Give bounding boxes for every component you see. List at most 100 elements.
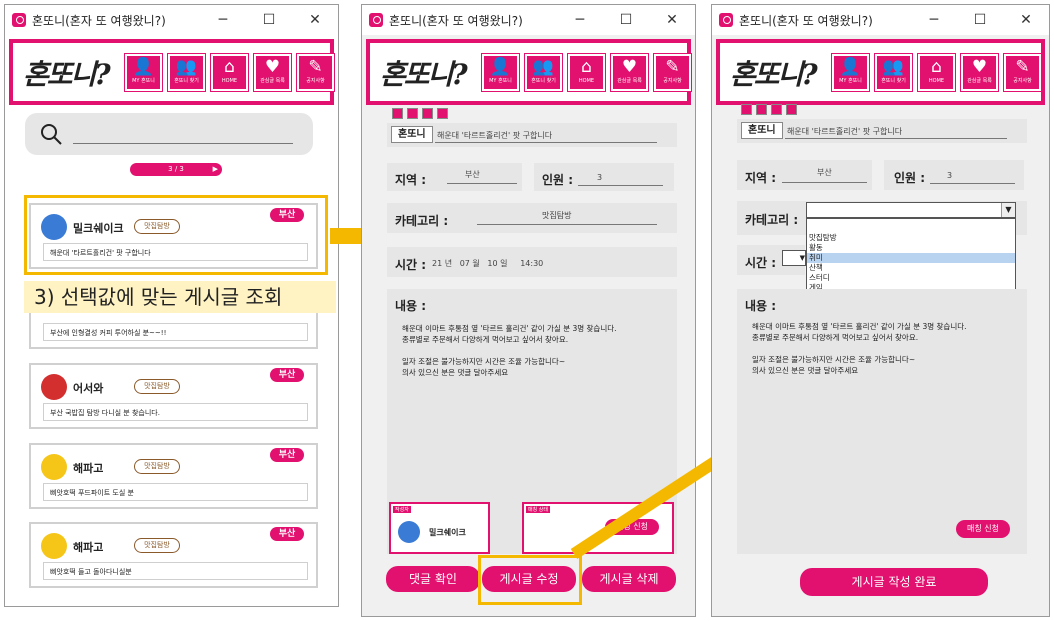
title-bar: 혼또니(혼자 또 여행왔니?) ─ ☐ ✕ — [712, 5, 1049, 35]
notice-button[interactable]: ✎ 공지사항 — [296, 53, 335, 92]
category-value: 맛집탐방 — [542, 211, 572, 220]
region-input[interactable]: 부산 — [817, 167, 832, 178]
avatar — [41, 533, 67, 559]
home-button[interactable]: ⌂ HOME — [917, 53, 956, 92]
find-button[interactable]: 👥 혼또니 찾기 — [524, 53, 563, 92]
nav-label: 혼또니 찾기 — [531, 78, 556, 84]
search-bar[interactable] — [25, 113, 313, 155]
app-icon — [12, 13, 26, 27]
nav-label: 공지사항 — [306, 78, 325, 84]
delete-post-button[interactable]: 게시글 삭제 — [582, 566, 676, 592]
region-badge: 부산 — [270, 527, 304, 541]
category-row: 카테고리 : 맛집탐방 — [387, 203, 677, 233]
region-badge: 부산 — [270, 448, 304, 462]
mini-icon[interactable] — [756, 104, 767, 115]
content-area[interactable]: 내용 : 해운대 이마트 후통점 옆 '타르트 홀리건' 같이 가실 분 3명 … — [737, 289, 1027, 554]
content-line: 해운대 이마트 후통점 옆 '타르트 홀리건' 같이 가실 분 3명 찾습니다. — [402, 324, 617, 333]
nav-label: 공지사항 — [663, 78, 682, 84]
dropdown-option[interactable]: 산책 — [807, 263, 1015, 273]
caption: 3) 선택값에 맞는 게시글 조회 — [24, 281, 336, 313]
edit-window: 혼또니(혼자 또 여행왔니?) ─ ☐ ✕ 혼또니? 👤 MY 혼또니 👥 혼또니 … — [711, 4, 1050, 617]
nav-label: MY 혼또니 — [132, 78, 155, 84]
category-label: 카테고리 : — [745, 213, 799, 227]
content-text[interactable]: 해운대 이마트 후통점 옆 '타르트 홀리건' 같이 가실 분 3명 찾습니다.… — [752, 321, 967, 376]
edit-icon: ✎ — [308, 57, 323, 77]
minimize-button[interactable]: ─ — [200, 12, 246, 28]
people-row: 인원 : 3 — [534, 163, 674, 191]
notice-button[interactable]: ✎ 공지사항 — [1003, 53, 1042, 92]
close-button[interactable]: ✕ — [1003, 12, 1049, 28]
nav-label: 혼또니 찾기 — [881, 78, 906, 84]
status-tag: 매칭 상태 — [526, 506, 550, 513]
post-title-input[interactable]: 해운대 '타르트홀리건' 팟 구합니다 — [787, 126, 902, 137]
time-select[interactable]: ▼ — [782, 250, 806, 266]
my-page-button[interactable]: 👤 MY 혼또니 — [831, 53, 870, 92]
close-button[interactable]: ✕ — [649, 12, 695, 28]
submit-post-button[interactable]: 게시글 작성 완료 — [800, 568, 988, 596]
maximize-button[interactable]: ☐ — [957, 12, 1003, 28]
close-button[interactable]: ✕ — [292, 12, 338, 28]
next-page-icon[interactable]: ▶ — [213, 163, 218, 176]
category-select[interactable]: ▼ — [806, 202, 1016, 218]
my-page-button[interactable]: 👤 MY 혼또니 — [124, 53, 163, 92]
maximize-button[interactable]: ☐ — [603, 12, 649, 28]
post-card[interactable]: 해파고 맛집탐방 부산 삐앗호떡 들고 돌아다니실분 — [29, 522, 318, 588]
post-title: 부산에 인형결성 커피 투어하실 분~~!! — [43, 323, 308, 341]
home-button[interactable]: ⌂ HOME — [567, 53, 606, 92]
app-icon — [369, 13, 383, 27]
mini-icon[interactable] — [422, 108, 433, 119]
dropdown-option-selected[interactable]: 취미 — [807, 253, 1015, 263]
content-line: 종류별로 주문해서 다양하게 먹어보고 싶어서 찾아요. — [402, 335, 569, 344]
search-icon — [41, 124, 62, 145]
nav-label: 혼또니 찾기 — [174, 78, 199, 84]
nav-label: HOME — [221, 78, 238, 84]
content-line: 종류별로 주문해서 다양하게 먹어보고 싶어서 찾아요. — [752, 333, 919, 342]
dropdown-option[interactable]: 스터디 — [807, 273, 1015, 283]
match-apply-button[interactable]: 매칭 신청 — [956, 520, 1010, 538]
find-button[interactable]: 👥 혼또니 찾기 — [874, 53, 913, 92]
people-input[interactable]: 3 — [947, 171, 952, 180]
logo: 혼또니? — [730, 58, 818, 91]
favorites-button[interactable]: ♥ 관심글 목록 — [960, 53, 999, 92]
header: 혼또니? 👤 MY 혼또니 👥 혼또니 찾기 ⌂ HOME ♥ 관심글 목록 ✎ 공지사항 — [9, 39, 335, 105]
mini-icon[interactable] — [786, 104, 797, 115]
pager[interactable]: 3 / 3 ▶ — [130, 163, 222, 176]
mini-icon[interactable] — [392, 108, 403, 119]
maximize-button[interactable]: ☐ — [246, 12, 292, 28]
mini-icon[interactable] — [741, 104, 752, 115]
minimize-button[interactable]: ─ — [557, 12, 603, 28]
window-title: 혼또니(혼자 또 여행왔니?) — [32, 13, 166, 28]
find-button[interactable]: 👥 혼또니 찾기 — [167, 53, 206, 92]
region-value: 부산 — [465, 170, 480, 179]
mini-icon[interactable] — [771, 104, 782, 115]
post-card[interactable]: 어서와 맛집탐방 부산 부산 국밥집 탐방 다니실 분 찾습니다. — [29, 363, 318, 429]
post-card[interactable]: 해파고 맛집탐방 부산 삐앗호떡 푸드파이트 도실 분 — [29, 443, 318, 509]
dropdown-option[interactable]: 활동 — [807, 243, 1015, 253]
content-line: 의사 있으신 분은 댓글 달아주세요 — [402, 368, 509, 377]
avatar — [41, 454, 67, 480]
user-icon: 👤 — [132, 57, 155, 77]
window-title: 혼또니(혼자 또 여행왔니?) — [389, 13, 523, 28]
content-line — [402, 345, 617, 356]
view-comments-button[interactable]: 댓글 확인 — [386, 566, 480, 592]
people-label: 인원 : — [542, 173, 574, 187]
search-underline — [73, 143, 293, 144]
category-tag: 맛집탐방 — [134, 538, 180, 553]
mini-icon[interactable] — [407, 108, 418, 119]
content-line: 의사 있으신 분은 댓글 달아주세요 — [752, 366, 859, 375]
content-text: 해운대 이마트 후통점 옆 '타르트 홀리건' 같이 가실 분 3명 찾습니다.… — [402, 323, 617, 378]
home-button[interactable]: ⌂ HOME — [210, 53, 249, 92]
minimize-button[interactable]: ─ — [911, 12, 957, 28]
people-label: 인원 : — [894, 171, 926, 185]
user-icon: 👤 — [489, 57, 512, 77]
favorites-button[interactable]: ♥ 관심글 목록 — [253, 53, 292, 92]
nav-label: 관심글 목록 — [967, 78, 992, 84]
home-icon: ⌂ — [581, 57, 592, 77]
chevron-down-icon[interactable]: ▼ — [1001, 203, 1015, 217]
my-page-button[interactable]: 👤 MY 혼또니 — [481, 53, 520, 92]
post-title: 해운대 '타르트홀리건' 팟 구합니다 — [437, 131, 553, 140]
mini-icon[interactable] — [437, 108, 448, 119]
notice-button[interactable]: ✎ 공지사항 — [653, 53, 692, 92]
dropdown-option[interactable]: 맛집탐방 — [807, 233, 1015, 243]
favorites-button[interactable]: ♥ 관심글 목록 — [610, 53, 649, 92]
